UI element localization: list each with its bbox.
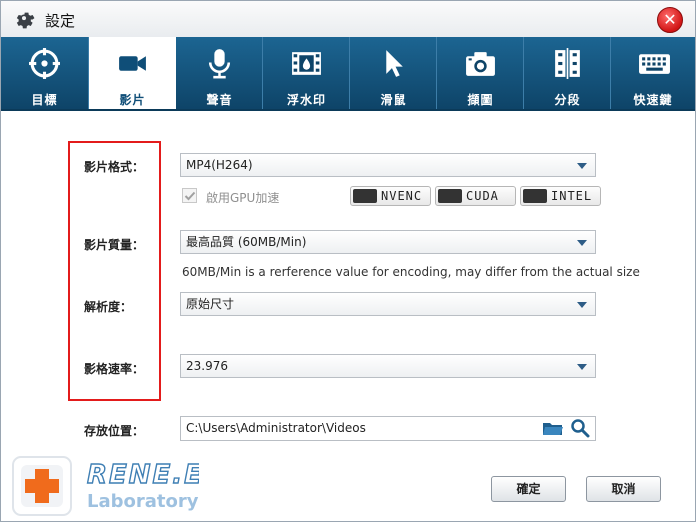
title-bar: 設定 ✕: [1, 1, 695, 37]
quality-label: 影片質量：: [84, 238, 145, 252]
quality-select[interactable]: 最高品質 (60MB/Min): [180, 230, 596, 254]
fps-select[interactable]: 23.976: [180, 354, 596, 378]
gpu-checkbox[interactable]: [182, 188, 197, 203]
tab-target[interactable]: 目標: [1, 37, 88, 109]
tab-label: 影片: [119, 93, 146, 107]
search-icon[interactable]: [570, 418, 590, 438]
tab-label: 聲音: [206, 93, 233, 107]
chevron-down-icon: [577, 364, 587, 370]
cancel-button[interactable]: 取消: [586, 476, 661, 502]
resolution-label: 解析度：: [84, 300, 133, 314]
tab-watermark[interactable]: 浮水印: [263, 37, 350, 109]
gpu-checkbox-label: 啟用GPU加速: [206, 191, 280, 205]
tab-label: 分段: [554, 93, 581, 107]
save-path-field[interactable]: C:\Users\Administrator\Videos: [180, 416, 596, 441]
badge-text: NVENC: [381, 189, 423, 203]
badge-text: INTEL: [551, 189, 593, 203]
close-button[interactable]: ✕: [657, 7, 683, 33]
badge-text: CUDA: [466, 189, 499, 203]
nvenc-badge: NVENC: [350, 186, 431, 206]
tab-label: 擷圖: [467, 93, 494, 107]
quality-hint: 60MB/Min is a rerference value for encod…: [182, 265, 640, 279]
tab-screenshot[interactable]: 擷圖: [437, 37, 524, 109]
save-location-label: 存放位置：: [84, 424, 145, 438]
tab-segment[interactable]: 分段: [524, 37, 611, 109]
rene-logo: RENE.E Laboratory: [12, 456, 199, 516]
tab-label: 浮水印: [286, 93, 326, 107]
filmstrip-icon: [292, 52, 321, 75]
logo-text-brand: RENE.E: [87, 460, 199, 490]
tab-bar: 目標 影片 聲音 浮水印 滑鼠 擷圖 分段 快速鍵: [1, 37, 695, 111]
intel-icon: [523, 189, 547, 203]
tab-video[interactable]: 影片: [89, 37, 176, 109]
format-value: MP4(H264): [186, 158, 253, 172]
nvidia-icon: [438, 189, 462, 203]
gear-icon: [16, 12, 35, 29]
checkmark-icon: [184, 191, 196, 201]
folder-icon[interactable]: [542, 419, 564, 437]
tab-label: 快速鍵: [633, 93, 673, 107]
fps-label: 影格速率：: [84, 362, 145, 376]
save-path-value: C:\Users\Administrator\Videos: [186, 421, 366, 435]
mouse-cursor-icon: [386, 50, 403, 77]
resolution-select[interactable]: 原始尺寸: [180, 292, 596, 316]
cuda-badge: CUDA: [435, 186, 516, 206]
chevron-down-icon: [577, 302, 587, 308]
logo-text-lab: Laboratory: [87, 491, 199, 512]
resolution-value: 原始尺寸: [186, 297, 235, 311]
quality-value: 最高品質 (60MB/Min): [186, 235, 307, 249]
camera-icon: [466, 52, 495, 76]
format-label: 影片格式：: [84, 160, 145, 174]
tab-label: 目標: [31, 93, 58, 107]
ok-button[interactable]: 確定: [491, 476, 566, 502]
tab-audio[interactable]: 聲音: [176, 37, 263, 109]
keyboard-icon: [639, 54, 670, 74]
nvidia-icon: [353, 189, 377, 203]
tab-hotkey[interactable]: 快速鍵: [611, 37, 695, 109]
chevron-down-icon: [577, 163, 587, 169]
format-select[interactable]: MP4(H264): [180, 153, 596, 177]
target-icon: [29, 48, 60, 79]
microphone-icon: [208, 49, 231, 79]
chevron-down-icon: [577, 240, 587, 246]
fps-value: 23.976: [186, 359, 228, 373]
intel-badge: INTEL: [520, 186, 601, 206]
segment-icon: [555, 48, 580, 79]
video-camera-icon: [119, 56, 146, 71]
window-title: 設定: [45, 12, 76, 30]
tab-label: 滑鼠: [380, 93, 407, 107]
settings-window: 設定 ✕ 目標 影片 聲音 浮水印 滑鼠 擷圖 分段 快速鍵 影片格式： MP4…: [0, 0, 696, 522]
tab-mouse[interactable]: 滑鼠: [350, 37, 437, 109]
